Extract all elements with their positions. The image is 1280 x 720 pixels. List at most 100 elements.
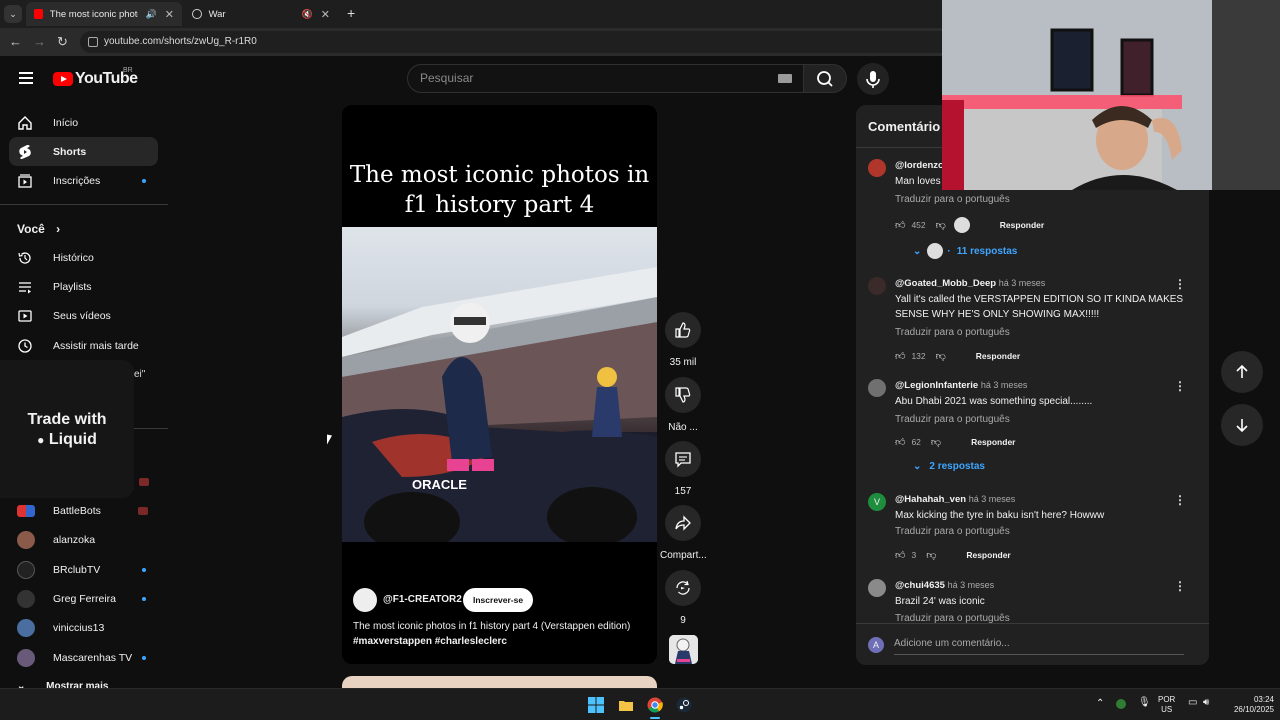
browser-tab[interactable]: War 🔇 ✕ [184, 2, 338, 26]
language-indicator[interactable]: POR US [1158, 695, 1175, 715]
close-tab-icon[interactable]: ✕ [165, 8, 174, 21]
windows-taskbar: ⌃ 🎙︎ POR US ▭ 🔊︎ 03:24 26/10/2025 [0, 688, 1280, 720]
steam-icon[interactable] [676, 697, 692, 713]
voice-search-button[interactable] [857, 63, 889, 95]
thumbs-up-icon[interactable]: 👍︎ [895, 436, 905, 448]
search-button[interactable] [803, 64, 847, 93]
thumbs-down-icon[interactable]: 👎︎ [936, 219, 946, 231]
back-icon[interactable]: ← [9, 34, 22, 49]
reply-button[interactable]: Responder [1000, 220, 1044, 230]
sidebar-item-watch-later[interactable]: Assistir mais tarde [9, 331, 158, 360]
sidebar-item-truncated[interactable]: ei" [134, 369, 145, 380]
short-hashtags[interactable]: #maxverstappen #charlesleclerc [353, 634, 653, 649]
active-app-indicator [650, 717, 660, 719]
youtube-logo[interactable]: YouTube BR [53, 67, 138, 88]
comment-avatar[interactable]: V [868, 493, 886, 511]
tab-search-dropdown[interactable]: ⌄ [4, 5, 22, 23]
site-info-icon[interactable] [88, 37, 98, 47]
sidebar-item-shorts[interactable]: Shorts [9, 137, 158, 166]
url-field[interactable]: youtube.com/shorts/zwUg_R-r1R0 [80, 31, 960, 53]
sidebar-channel[interactable]: alanzoka [9, 525, 158, 554]
more-options-icon[interactable]: ⋮ [1174, 277, 1186, 291]
tray-overflow-icon[interactable]: ⌃ [1096, 699, 1104, 709]
comment-avatar[interactable] [868, 159, 886, 177]
file-explorer-icon[interactable] [618, 697, 634, 713]
comment-author[interactable]: @lordenzo [895, 160, 944, 171]
ad-text[interactable]: Trade with ● Liquid [0, 410, 134, 450]
comment-author[interactable]: @Hahahah_ven há 3 meses [895, 494, 1015, 505]
share-circle[interactable] [665, 505, 701, 541]
channel-avatar[interactable] [353, 588, 377, 612]
subscribe-button[interactable]: Inscrever-se [463, 588, 534, 612]
new-tab-button[interactable]: + [347, 5, 355, 21]
like-circle[interactable] [665, 312, 701, 348]
comment-author[interactable]: @chui4635 há 3 meses [895, 580, 994, 591]
like-button[interactable]: 35 mil [660, 312, 706, 368]
sidebar-item-playlists[interactable]: Playlists [9, 272, 158, 301]
forward-icon[interactable]: → [33, 34, 46, 49]
microphone-tray-icon[interactable]: 🎙︎ [1138, 698, 1151, 708]
thumbs-down-icon[interactable]: 👎︎ [926, 549, 936, 561]
thumbs-up-icon[interactable]: 👍︎ [895, 350, 905, 362]
search-input[interactable]: Pesquisar [407, 64, 805, 93]
comments-circle[interactable] [665, 441, 701, 477]
speaker-icon[interactable]: 🔊 [146, 9, 157, 20]
sidebar-channel[interactable]: BRclubTV [9, 555, 158, 584]
view-replies-button[interactable]: ⌄ 2 respostas [913, 461, 985, 472]
hamburger-menu-icon[interactable] [19, 72, 33, 84]
share-button[interactable]: Compart... [660, 505, 707, 561]
comment-author[interactable]: @Goated_Mobb_Deep há 3 meses [895, 278, 1045, 289]
sidebar-item-history[interactable]: Histórico [9, 243, 158, 272]
translate-link[interactable]: Traduzir para o português [895, 526, 1010, 537]
remix-circle[interactable] [665, 570, 701, 606]
tray-app-icon[interactable] [1116, 699, 1126, 709]
sidebar-channel[interactable]: Mascarenhas TV [9, 643, 158, 672]
clock[interactable]: 03:24 26/10/2025 [1224, 695, 1274, 715]
volume-icon[interactable]: 🔊︎ [1203, 698, 1209, 708]
translate-link[interactable]: Traduzir para o português [895, 414, 1010, 425]
remix-button[interactable]: 9 [660, 570, 706, 626]
sidebar-channel[interactable]: viniccius13 [9, 613, 158, 642]
reply-button[interactable]: Responder [966, 550, 1010, 560]
short-channel-name[interactable]: @F1-CREATOR2 [383, 594, 462, 605]
comment-avatar[interactable] [868, 579, 886, 597]
history-icon [17, 250, 33, 266]
view-replies-button[interactable]: ⌄ · 11 respostas [913, 243, 1017, 259]
thumbs-up-icon[interactable]: 👍︎ [895, 549, 905, 561]
reply-button[interactable]: Responder [971, 437, 1015, 447]
muted-icon[interactable]: 🔇 [302, 9, 313, 20]
close-tab-icon[interactable]: ✕ [321, 8, 330, 21]
dislike-circle[interactable] [665, 377, 701, 413]
previous-short-button[interactable] [1221, 351, 1263, 393]
sidebar-item-home[interactable]: Início [9, 108, 158, 137]
sidebar-channel[interactable]: BattleBots [9, 496, 158, 525]
translate-link[interactable]: Traduzir para o português [895, 194, 1010, 205]
translate-link[interactable]: Traduzir para o português [895, 327, 1010, 338]
browser-tab-active[interactable]: The most iconic photos in f 🔊 ✕ [26, 2, 182, 26]
thumbs-up-icon[interactable]: 👍︎ [895, 219, 905, 231]
chrome-icon[interactable] [647, 697, 663, 713]
more-options-icon[interactable]: ⋮ [1174, 379, 1186, 393]
comment-avatar[interactable] [868, 379, 886, 397]
comment-avatar[interactable] [868, 277, 886, 295]
add-comment-input[interactable]: Adicione um comentário... [894, 638, 1010, 649]
reply-button[interactable]: Responder [976, 351, 1020, 361]
comment-author[interactable]: @LegionInfanterie há 3 meses [895, 380, 1027, 391]
more-options-icon[interactable]: ⋮ [1174, 493, 1186, 507]
next-short-button[interactable] [1221, 404, 1263, 446]
sound-thumbnail[interactable] [669, 635, 698, 664]
windows-start-icon[interactable] [588, 697, 604, 713]
reload-icon[interactable]: ↻ [57, 34, 68, 50]
sidebar-item-subscriptions[interactable]: Inscrições [9, 166, 158, 195]
keyboard-icon[interactable] [778, 74, 792, 83]
more-options-icon[interactable]: ⋮ [1174, 579, 1186, 593]
network-icon[interactable]: ▭ [1188, 698, 1197, 708]
thumbs-down-icon[interactable]: 👎︎ [931, 436, 941, 448]
dislike-button[interactable]: Não ... [660, 377, 706, 433]
thumbs-down-icon[interactable]: 👎︎ [936, 350, 946, 362]
sidebar-item-your-videos[interactable]: Seus vídeos [9, 301, 158, 330]
comments-button[interactable]: 157 [660, 441, 706, 497]
sidebar-channel[interactable]: Greg Ferreira [9, 584, 158, 613]
you-section-title[interactable]: Você › [17, 222, 60, 236]
shorts-player[interactable]: The most iconic photos in f1 history par… [342, 105, 657, 664]
